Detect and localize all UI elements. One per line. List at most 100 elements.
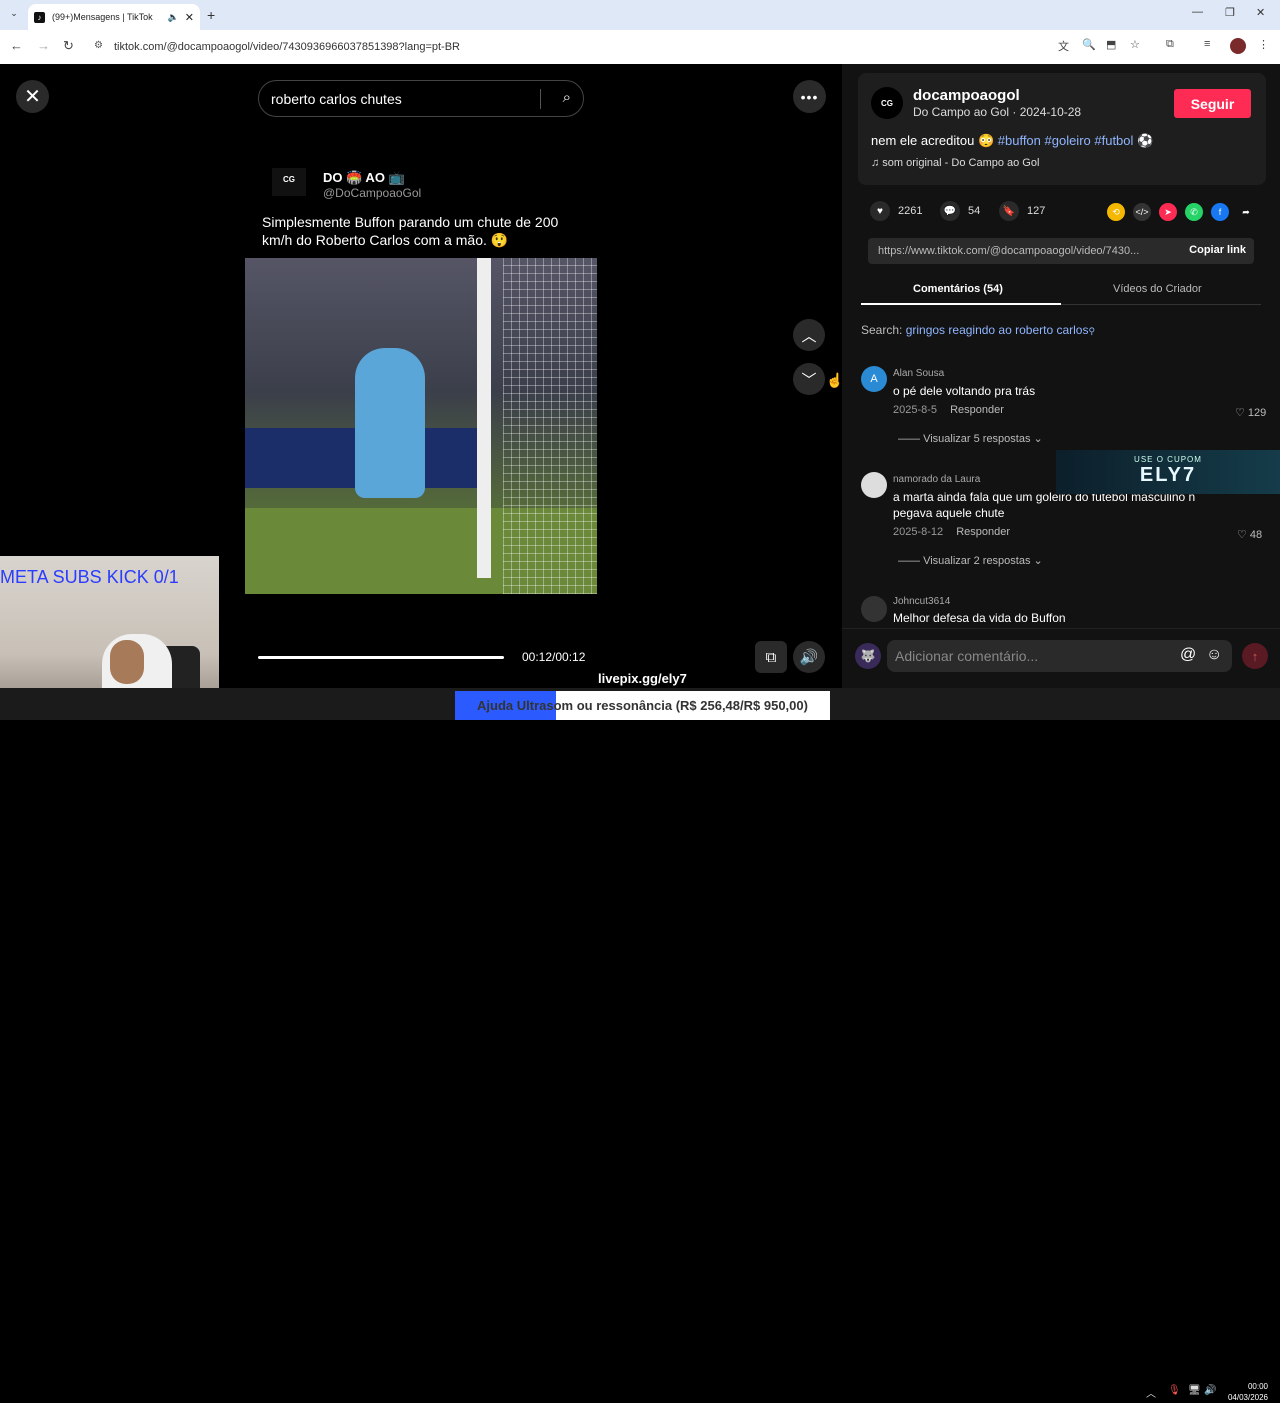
media-icon[interactable]: ≡ [1204, 38, 1210, 50]
comment-username[interactable]: Alan Sousa [893, 368, 944, 379]
comment-date: 2025-8-12 [893, 526, 944, 538]
active-tab-indicator [861, 303, 1061, 305]
coupon-overlay: USE O CUPOM ELY7 [1056, 450, 1280, 494]
avatar[interactable] [861, 596, 887, 622]
copy-link-button[interactable]: Copiar link [1189, 244, 1246, 256]
donation-goal-bar: Ajuda Ultrasom ou ressonância (R$ 256,48… [455, 691, 830, 720]
window-close-icon[interactable]: ✕ [1256, 6, 1265, 19]
speaker-icon[interactable]: 🔊 [1204, 1385, 1216, 1396]
chevron-down-icon: ⌄ [1030, 433, 1043, 445]
comment-text: Melhor defesa da vida do Buffon [893, 611, 1066, 625]
new-tab-icon[interactable]: + [207, 7, 215, 23]
save-count: 127 [1027, 205, 1046, 217]
author-name[interactable]: docampoaogol [913, 87, 1020, 104]
bookmark-star-icon[interactable]: ☆ [1130, 38, 1140, 51]
back-icon[interactable]: ← [10, 38, 23, 53]
view-replies-label: Visualizar 5 respostas [923, 433, 1031, 445]
install-icon[interactable]: ⬒ [1106, 38, 1116, 51]
tab-comments[interactable]: Comentários (54) [913, 283, 1003, 295]
more-options-button[interactable]: ••• [793, 80, 826, 113]
view-replies-button[interactable]: —— Visualizar 2 respostas ⌄ [898, 554, 1043, 567]
avatar[interactable]: A [861, 366, 887, 392]
search-icon[interactable]: ⌕ [563, 89, 571, 106]
divider [540, 89, 541, 109]
search-suggestion[interactable]: Search: gringos reagindo ao roberto carl… [861, 323, 1095, 337]
clock[interactable]: 00:00 04/03/2026 [1220, 1381, 1268, 1403]
search-suggestion-query[interactable]: gringos reagindo ao roberto carlos [906, 323, 1089, 337]
video-search-input[interactable]: roberto carlos chutes ⌕ [258, 80, 584, 117]
tab-tiktok[interactable]: ♪ (99+)Mensagens | TikTok 🔈 ✕ [28, 4, 200, 30]
author-avatar[interactable]: CG [871, 87, 903, 119]
share-icon[interactable]: ➦ [1237, 203, 1255, 221]
like-button[interactable]: ♥ 2261 [870, 201, 922, 221]
address-bar[interactable]: ⚙ tiktok.com/@docampoaogol/video/7430936… [84, 34, 1154, 60]
forward-icon[interactable]: → [37, 38, 50, 53]
coupon-code: ELY7 [1139, 464, 1197, 486]
comment-input[interactable]: Adicionar comentário... @ ☺ [887, 640, 1232, 672]
my-avatar[interactable]: 🐺 [855, 643, 881, 669]
comment-username[interactable]: Johncut3614 [893, 596, 950, 607]
post-logo: CG [272, 168, 306, 196]
save-button[interactable]: 🔖 127 [999, 201, 1045, 221]
comment-like-count: 129 [1247, 407, 1267, 419]
embed-icon[interactable]: </> [1133, 203, 1151, 221]
site-info-icon[interactable]: ⚙ [94, 40, 103, 51]
search-icon: ⚲ [1088, 326, 1096, 336]
repost-icon[interactable]: ⟲ [1107, 203, 1125, 221]
avatar[interactable] [861, 472, 887, 498]
divider: —— [898, 555, 924, 567]
caption-text: nem ele acreditou 😳 [871, 133, 998, 148]
post-text: Simplesmente Buffon parando um chute de … [262, 214, 559, 248]
tray-chevron-icon[interactable]: ︿ [1146, 1385, 1156, 1400]
reload-icon[interactable]: ↻ [63, 38, 74, 54]
view-replies-button[interactable]: —— Visualizar 5 respostas ⌄ [898, 432, 1043, 445]
close-video-button[interactable]: ✕ [16, 80, 49, 113]
mention-icon[interactable]: @ [1180, 646, 1196, 664]
reply-button[interactable]: Responder [950, 404, 1004, 416]
tiktok-icon: ♪ [34, 11, 45, 23]
network-icon[interactable]: 🖥 [1188, 1385, 1201, 1396]
tab-creator-videos[interactable]: Vídeos do Criador [1113, 283, 1202, 295]
restore-icon[interactable]: ❐ [1225, 6, 1235, 19]
next-video-button[interactable]: ﹀ [793, 363, 825, 395]
goal-net [503, 258, 597, 594]
comment-like[interactable]: ♡ 129 [1235, 406, 1266, 419]
hashtags[interactable]: #buffon #goleiro #futbol ⚽ [998, 133, 1153, 148]
extensions-icon[interactable]: ⧉ [1166, 38, 1174, 51]
comment-date: 2025-8-5 [893, 404, 938, 416]
mic-icon[interactable]: 🎙 [1168, 1385, 1181, 1396]
goal-post [477, 258, 491, 578]
url-text: tiktok.com/@docampoaogol/video/743093696… [114, 41, 461, 53]
volume-button[interactable]: 🔊 [793, 641, 825, 673]
pip-button[interactable]: ⧉ [755, 641, 787, 673]
minimize-icon[interactable]: — [1192, 6, 1203, 18]
tab-strip: ⌄ ♪ (99+)Mensagens | TikTok 🔈 ✕ + — ❐ ✕ [0, 0, 1280, 30]
video-progress-bar[interactable] [258, 656, 504, 659]
comment-button[interactable]: 💬 54 [940, 201, 980, 221]
video-frame [245, 258, 597, 594]
streamer-head [110, 640, 144, 684]
comment-username[interactable]: namorado da Laura [893, 474, 980, 485]
close-tab-icon[interactable]: ✕ [185, 11, 194, 24]
send-comment-button[interactable]: ↑ [1242, 643, 1268, 669]
author-subtitle: Do Campo ao Gol · 2024-10-28 [913, 105, 1082, 119]
heart-icon: ♡ [1237, 529, 1250, 541]
translate-icon[interactable]: 文 [1058, 38, 1069, 54]
follow-button[interactable]: Seguir [1174, 89, 1251, 118]
music-label[interactable]: ♫ som original - Do Campo ao Gol [871, 157, 1039, 169]
facebook-icon[interactable]: f [1211, 203, 1229, 221]
emoji-icon[interactable]: ☺ [1206, 646, 1222, 664]
speaker-icon[interactable]: 🔈 [168, 12, 179, 23]
reply-button[interactable]: Responder [956, 526, 1010, 538]
clock-time: 00:00 [1247, 1382, 1268, 1391]
zoom-icon[interactable]: 🔍 [1082, 38, 1096, 51]
previous-video-button[interactable]: ︿ [793, 319, 825, 351]
send-icon[interactable]: ➤ [1159, 203, 1177, 221]
whatsapp-icon[interactable]: ✆ [1185, 203, 1203, 221]
tab-search-icon[interactable]: ⌄ [6, 8, 22, 24]
comment-meta: 2025-8-12 Responder [893, 526, 1010, 538]
profile-avatar[interactable] [1230, 38, 1246, 54]
comment-like[interactable]: ♡ 48 [1237, 528, 1262, 541]
livepix-link: livepix.gg/ely7 [598, 671, 687, 686]
menu-icon[interactable]: ⋮ [1258, 38, 1269, 51]
